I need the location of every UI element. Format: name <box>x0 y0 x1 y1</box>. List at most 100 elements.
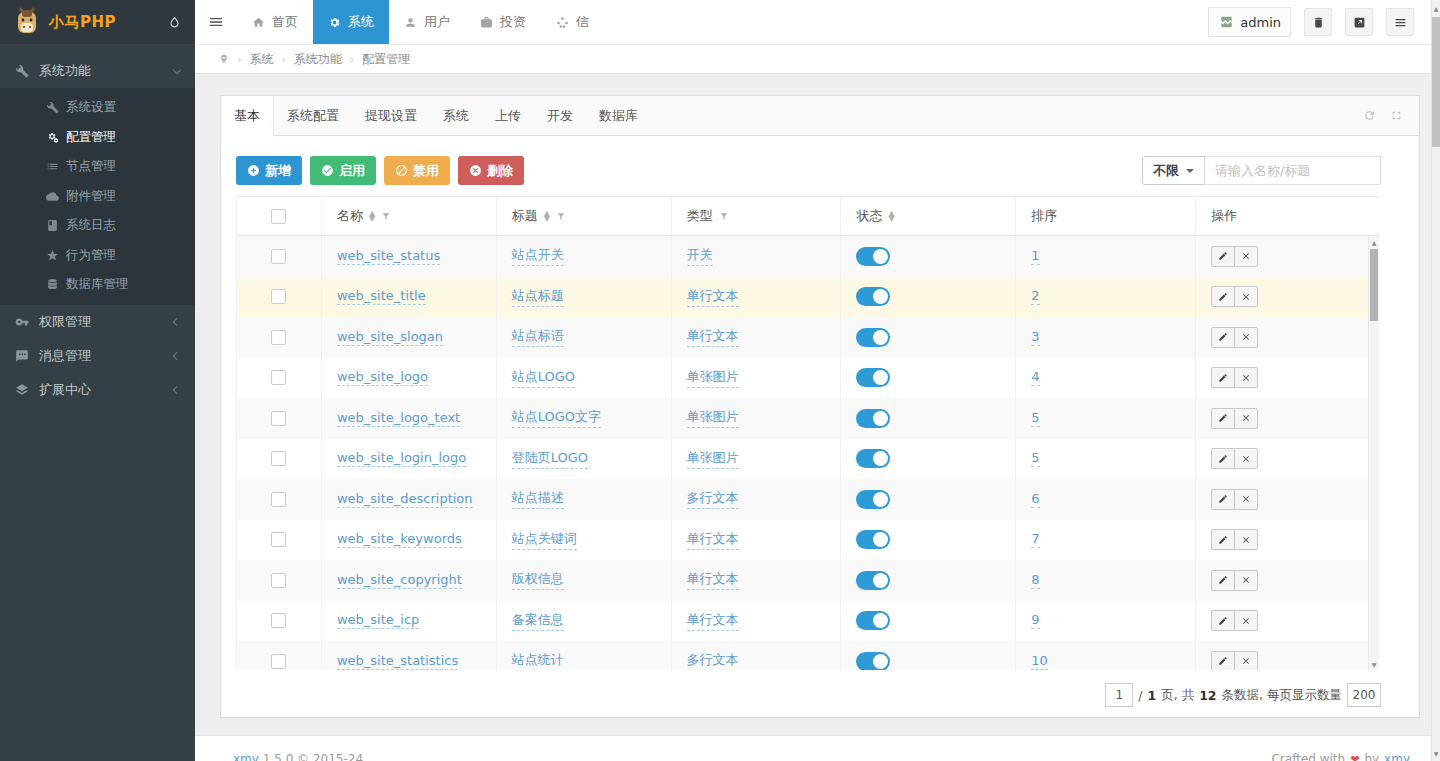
scroll-down-arrow[interactable]: ▼ <box>1369 658 1379 670</box>
config-type-link[interactable]: 开关 <box>687 246 713 266</box>
add-button[interactable]: 新增 <box>236 156 302 185</box>
row-checkbox[interactable] <box>271 370 286 385</box>
row-delete-button[interactable] <box>1234 610 1258 631</box>
footer-brand[interactable]: xmy <box>233 752 259 761</box>
column-header-status[interactable]: 状态 <box>856 207 882 225</box>
sidebar-section-system[interactable]: 系统功能 <box>0 54 195 88</box>
scrollbar-thumb[interactable] <box>1432 17 1440 147</box>
sort-icon[interactable]: ▲▼ <box>369 211 375 221</box>
sidebar-item[interactable]: 附件管理 <box>0 182 195 212</box>
nav-item[interactable]: 信 <box>541 0 604 44</box>
status-toggle[interactable] <box>856 530 890 549</box>
status-toggle[interactable] <box>856 368 890 387</box>
config-title-link[interactable]: 站点LOGO文字 <box>512 408 601 428</box>
row-checkbox[interactable] <box>271 451 286 466</box>
breadcrumb-item[interactable]: 配置管理 <box>362 51 410 68</box>
status-toggle[interactable] <box>856 287 890 306</box>
list-button[interactable] <box>1386 8 1414 36</box>
order-link[interactable]: 3 <box>1031 329 1039 346</box>
row-checkbox[interactable] <box>271 330 286 345</box>
status-toggle[interactable] <box>856 409 890 428</box>
sidebar-section-extensions[interactable]: 扩展中心 <box>0 373 195 407</box>
config-type-link[interactable]: 单行文本 <box>687 570 739 590</box>
sidebar-item[interactable]: 数据库管理 <box>0 270 195 300</box>
fullscreen-icon[interactable] <box>1390 109 1403 122</box>
config-title-link[interactable]: 备案信息 <box>512 611 564 631</box>
config-type-link[interactable]: 单行文本 <box>687 530 739 550</box>
config-type-link[interactable]: 单行文本 <box>687 287 739 307</box>
nav-item[interactable]: 投资 <box>465 0 541 44</box>
edit-button[interactable] <box>1211 529 1235 550</box>
user-menu[interactable]: admin <box>1208 7 1291 37</box>
select-all-checkbox[interactable] <box>271 209 286 224</box>
filter-funnel-icon[interactable] <box>381 211 391 222</box>
config-type-link[interactable]: 单行文本 <box>687 611 739 631</box>
config-name-link[interactable]: web_site_statistics <box>337 653 458 670</box>
row-delete-button[interactable] <box>1234 246 1258 267</box>
sidebar-section-messages[interactable]: 消息管理 <box>0 339 195 373</box>
trash-button[interactable] <box>1304 8 1332 36</box>
config-name-link[interactable]: web_site_logo_text <box>337 410 460 427</box>
edit-button[interactable] <box>1211 448 1235 469</box>
filter-funnel-icon[interactable] <box>556 211 566 222</box>
config-title-link[interactable]: 站点描述 <box>512 489 564 509</box>
table-scrollbar[interactable]: ▲ ▼ <box>1368 236 1379 670</box>
row-delete-button[interactable] <box>1234 367 1258 388</box>
order-link[interactable]: 1 <box>1031 248 1039 265</box>
edit-button[interactable] <box>1211 327 1235 348</box>
config-name-link[interactable]: web_site_title <box>337 288 426 305</box>
status-toggle[interactable] <box>856 611 890 630</box>
sort-icon[interactable]: ▲▼ <box>544 211 550 221</box>
row-checkbox[interactable] <box>271 411 286 426</box>
config-name-link[interactable]: web_site_keywords <box>337 531 462 548</box>
sidebar-toggle-button[interactable] <box>195 0 237 44</box>
sidebar-section-permissions[interactable]: 权限管理 <box>0 305 195 339</box>
row-checkbox[interactable] <box>271 532 286 547</box>
sidebar-item[interactable]: 系统设置 <box>0 93 195 123</box>
row-delete-button[interactable] <box>1234 651 1258 670</box>
tab[interactable]: 基本 <box>221 96 274 137</box>
config-title-link[interactable]: 站点LOGO <box>512 368 575 388</box>
row-checkbox[interactable] <box>271 492 286 507</box>
sidebar-item[interactable]: 节点管理 <box>0 152 195 182</box>
disable-button[interactable]: 禁用 <box>384 156 450 185</box>
sidebar-item[interactable]: 行为管理 <box>0 241 195 271</box>
filter-funnel-icon[interactable] <box>719 211 729 222</box>
order-link[interactable]: 10 <box>1031 653 1048 670</box>
config-title-link[interactable]: 站点标语 <box>512 327 564 347</box>
config-title-link[interactable]: 站点开关 <box>512 246 564 266</box>
config-name-link[interactable]: web_site_icp <box>337 612 419 629</box>
page-size-input[interactable]: 200 <box>1347 683 1381 707</box>
config-title-link[interactable]: 版权信息 <box>512 570 564 590</box>
config-name-link[interactable]: web_site_description <box>337 491 473 508</box>
page-scrollbar[interactable]: ▲ ▼ <box>1431 0 1440 761</box>
config-title-link[interactable]: 站点标题 <box>512 287 564 307</box>
edit-button[interactable] <box>1211 489 1235 510</box>
config-type-link[interactable]: 单行文本 <box>687 327 739 347</box>
config-name-link[interactable]: web_site_logo <box>337 369 428 386</box>
status-toggle[interactable] <box>856 571 890 590</box>
order-link[interactable]: 4 <box>1031 369 1039 386</box>
row-checkbox[interactable] <box>271 249 286 264</box>
edit-button[interactable] <box>1211 570 1235 591</box>
row-checkbox[interactable] <box>271 573 286 588</box>
logo-bar[interactable]: 小马PHP <box>0 0 195 44</box>
order-link[interactable]: 8 <box>1031 572 1039 589</box>
status-toggle[interactable] <box>856 490 890 509</box>
footer-credit-brand[interactable]: xmy <box>1384 752 1410 761</box>
order-link[interactable]: 7 <box>1031 531 1039 548</box>
config-name-link[interactable]: web_site_copyright <box>337 572 462 589</box>
filter-dropdown[interactable]: 不限 <box>1142 156 1205 185</box>
nav-item[interactable]: 用户 <box>389 0 465 44</box>
edit-button[interactable] <box>1211 651 1235 670</box>
nav-item[interactable]: 首页 <box>237 0 313 44</box>
column-header-title[interactable]: 标题 <box>512 207 538 225</box>
search-input[interactable] <box>1204 156 1381 185</box>
row-delete-button[interactable] <box>1234 529 1258 550</box>
config-type-link[interactable]: 多行文本 <box>687 651 739 670</box>
tab[interactable]: 开发 <box>534 96 586 135</box>
config-title-link[interactable]: 登陆页LOGO <box>512 449 588 469</box>
row-delete-button[interactable] <box>1234 327 1258 348</box>
row-delete-button[interactable] <box>1234 570 1258 591</box>
sidebar-item[interactable]: 系统日志 <box>0 211 195 241</box>
